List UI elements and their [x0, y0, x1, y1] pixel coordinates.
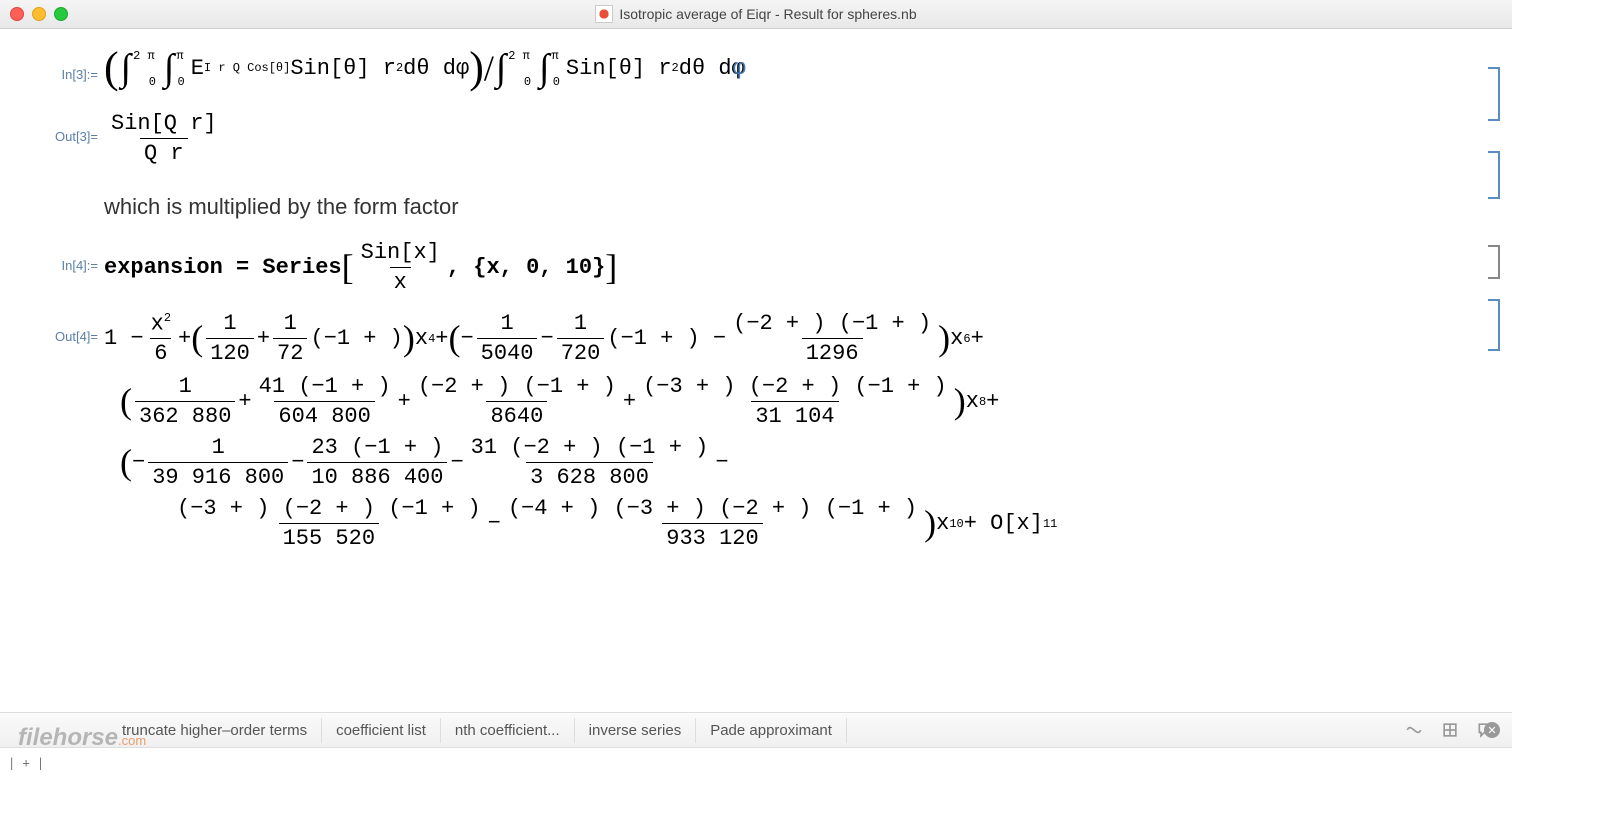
window-title: Isotropic average of Eiqr - Result for s…	[0, 5, 1512, 23]
window-title-text: Isotropic average of Eiqr - Result for s…	[619, 6, 916, 22]
minimize-icon[interactable]	[32, 7, 46, 21]
out4-line3: (− 139 916 800 − 23 (−1 + )10 886 400 − …	[120, 435, 1472, 490]
input-type-icon[interactable]	[1404, 720, 1424, 740]
cell-in4-content[interactable]: expansion = Series [ Sin[x] x , {x, 0, 1…	[104, 240, 617, 295]
out-label: Out[4]=	[40, 311, 98, 344]
window-controls	[10, 7, 68, 21]
cell-out4: Out[4]= 1 − x2 6 + ( 1120 + 172 (−1 + ) …	[40, 311, 1472, 366]
out4-line2: ( 1362 880 + 41 (−1 + )604 800 + (−2 + )…	[120, 374, 1472, 429]
out-label: Out[3]=	[40, 111, 98, 144]
in-label: In[3]:=	[40, 49, 98, 82]
cell-out3-content: Sin[Q r] Q r	[104, 111, 224, 166]
zoom-icon[interactable]	[54, 7, 68, 21]
in-label: In[4]:=	[40, 240, 98, 273]
format-icon[interactable]	[1440, 720, 1460, 740]
text-cell[interactable]: which is multiplied by the form factor	[104, 194, 1472, 220]
cell-brackets[interactable]	[1480, 67, 1506, 355]
close-icon[interactable]	[10, 7, 24, 21]
cell-in3[interactable]: In[3]:= ( ∫2 π0 ∫π0 EI r Q Cos[θ] Sin[θ]…	[40, 49, 1472, 87]
titlebar[interactable]: Isotropic average of Eiqr - Result for s…	[0, 0, 1512, 29]
suggestion-bar: truncate higher–order terms coefficient …	[0, 712, 1512, 748]
cell-in4[interactable]: In[4]:= expansion = Series [ Sin[x] x , …	[40, 240, 1472, 295]
out4-line4: (−3 + ) (−2 + ) (−1 + )155 520 − (−4 + )…	[170, 496, 1472, 551]
app-window: Isotropic average of Eiqr - Result for s…	[0, 0, 1512, 772]
suggest-coeff-list[interactable]: coefficient list	[322, 718, 441, 743]
app-icon	[595, 5, 613, 23]
cell-in3-content[interactable]: ( ∫2 π0 ∫π0 EI r Q Cos[θ] Sin[θ] r2 dθ d…	[104, 49, 746, 87]
suggest-pade[interactable]: Pade approximant	[696, 718, 847, 743]
suggest-nth-coeff[interactable]: nth coefficient...	[441, 718, 575, 743]
cell-out4-content: 1 − x2 6 + ( 1120 + 172 (−1 + ) ) x4 + (…	[104, 311, 984, 366]
notebook-area[interactable]: In[3]:= ( ∫2 π0 ∫π0 EI r Q Cos[θ] Sin[θ]…	[0, 29, 1512, 734]
zoom-control[interactable]: | + |	[8, 756, 44, 770]
suggest-inverse[interactable]: inverse series	[575, 718, 697, 743]
close-bar-icon[interactable]: ✕	[1484, 722, 1500, 738]
cell-out3: Out[3]= Sin[Q r] Q r	[40, 111, 1472, 166]
suggest-truncate[interactable]: truncate higher–order terms	[108, 718, 322, 743]
